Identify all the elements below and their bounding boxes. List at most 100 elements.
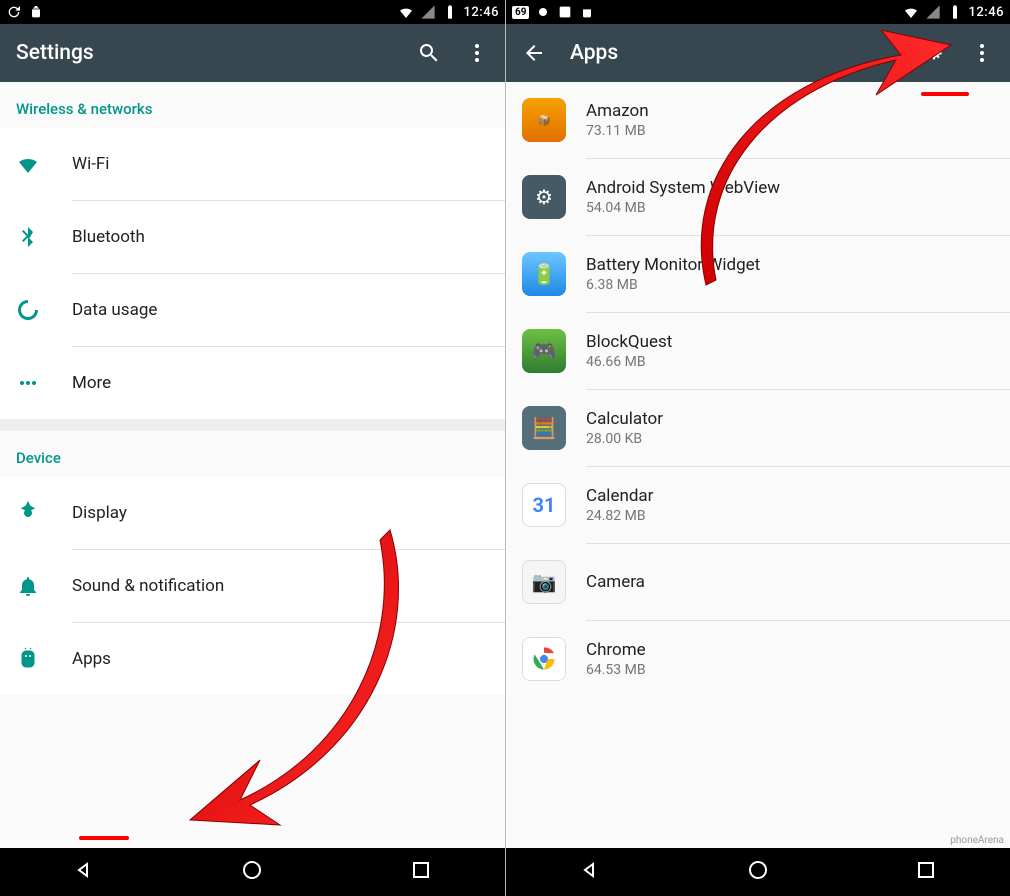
wifi-icon: [398, 4, 414, 20]
nav-bar: [0, 848, 505, 896]
apps-list[interactable]: 📦 Amazon 73.11 MB ⚙ Android System WebView 54…: [506, 82, 1010, 848]
nav-home[interactable]: [240, 858, 264, 886]
app-row[interactable]: 🎮 BlockQuest 46.66 MB: [506, 313, 1010, 389]
bluetooth-icon: [16, 225, 40, 249]
recent-icon: [409, 858, 433, 882]
row-label: Display: [72, 503, 127, 523]
app-size: 46.66 MB: [586, 354, 994, 370]
row-wifi[interactable]: Wi-Fi: [0, 128, 505, 200]
search-button[interactable]: [417, 41, 441, 65]
app-name: BlockQuest: [586, 332, 994, 352]
home-icon: [746, 858, 770, 882]
app-name: Calculator: [586, 409, 994, 429]
back-icon: [72, 858, 96, 882]
app-row[interactable]: 🔋 Battery Monitor Widget 6.38 MB: [506, 236, 1010, 312]
app-icon: 📷: [522, 560, 566, 604]
settings-content[interactable]: Wireless & networks Wi-Fi Bluetooth Data…: [0, 82, 505, 848]
app-size: 54.04 MB: [586, 200, 994, 216]
settings-toolbar: Settings: [0, 24, 505, 82]
app-size: 6.38 MB: [586, 277, 994, 293]
battery-icon: [442, 4, 458, 20]
nav-recent[interactable]: [914, 858, 938, 886]
image-icon: [557, 4, 573, 20]
clock: 12:46: [969, 5, 1004, 20]
back-button[interactable]: [522, 41, 546, 65]
row-label: Bluetooth: [72, 227, 145, 247]
app-name: Camera: [586, 572, 994, 592]
signal-icon: [925, 4, 941, 20]
row-label: Data usage: [72, 300, 157, 320]
signal-icon: [420, 4, 436, 20]
page-title: Settings: [16, 41, 393, 65]
gear-icon: ⚙: [924, 42, 944, 64]
display-icon: [16, 501, 40, 525]
app-row[interactable]: 📷 Camera: [506, 544, 1010, 620]
apps-screen: 69 12:46 Apps ⚙ 📦 Amazon 73.11 MB ⚙ Android …: [505, 0, 1010, 896]
nav-back[interactable]: [72, 858, 96, 886]
status-bar: 12:46: [0, 0, 505, 24]
nav-bar: [506, 848, 1010, 896]
row-label: Apps: [72, 649, 111, 669]
app-name: Chrome: [586, 640, 994, 660]
app-size: 73.11 MB: [586, 123, 994, 139]
clock: 12:46: [464, 5, 499, 20]
android-icon: [28, 4, 44, 20]
bug-icon: [535, 4, 551, 20]
app-icon: 31: [522, 483, 566, 527]
app-row[interactable]: ⚙ Android System WebView 54.04 MB: [506, 159, 1010, 235]
app-size: 64.53 MB: [586, 662, 994, 678]
notif-badge: 69: [512, 6, 529, 19]
overflow-button[interactable]: [970, 41, 994, 65]
row-apps[interactable]: Apps: [0, 623, 505, 695]
settings-button[interactable]: ⚙: [922, 41, 946, 65]
more-vert-icon: [465, 41, 489, 65]
watermark: phoneArena: [950, 835, 1004, 846]
apps-icon: [16, 647, 40, 671]
app-icon: ⚙: [522, 175, 566, 219]
more-horiz-icon: [16, 371, 40, 395]
refresh-icon: [6, 4, 22, 20]
page-title: Apps: [570, 41, 898, 65]
app-name: Calendar: [586, 486, 994, 506]
app-icon: 🎮: [522, 329, 566, 373]
app-icon: 🔋: [522, 252, 566, 296]
apps-toolbar: Apps ⚙: [506, 24, 1010, 82]
row-more[interactable]: More: [0, 347, 505, 419]
arrow-back-icon: [522, 41, 546, 65]
row-sound[interactable]: Sound & notification: [0, 550, 505, 622]
app-row[interactable]: Chrome 64.53 MB: [506, 621, 1010, 697]
row-bluetooth[interactable]: Bluetooth: [0, 201, 505, 273]
row-label: Wi-Fi: [72, 154, 109, 174]
app-size: 28.00 KB: [586, 431, 994, 447]
app-icon: 📦: [522, 98, 566, 142]
section-wireless: Wireless & networks: [0, 82, 505, 128]
nav-back[interactable]: [578, 858, 602, 886]
section-device: Device: [0, 431, 505, 477]
app-name: Battery Monitor Widget: [586, 255, 994, 275]
row-label: More: [72, 373, 111, 393]
app-row[interactable]: 📦 Amazon 73.11 MB: [506, 82, 1010, 158]
status-bar: 69 12:46: [506, 0, 1010, 24]
nav-home[interactable]: [746, 858, 770, 886]
recent-icon: [914, 858, 938, 882]
row-label: Sound & notification: [72, 576, 224, 596]
home-icon: [240, 858, 264, 882]
app-name: Amazon: [586, 101, 994, 121]
app-icon: [522, 637, 566, 681]
nav-recent[interactable]: [409, 858, 433, 886]
app-name: Android System WebView: [586, 178, 994, 198]
app-icon: 🧮: [522, 406, 566, 450]
wifi-icon: [16, 152, 40, 176]
row-data-usage[interactable]: Data usage: [0, 274, 505, 346]
android-icon: [579, 4, 595, 20]
battery-icon: [947, 4, 963, 20]
overflow-button[interactable]: [465, 41, 489, 65]
app-row[interactable]: 🧮 Calculator 28.00 KB: [506, 390, 1010, 466]
data-usage-icon: [16, 298, 40, 322]
wifi-icon: [903, 4, 919, 20]
more-vert-icon: [970, 41, 994, 65]
row-display[interactable]: Display: [0, 477, 505, 549]
app-size: 24.82 MB: [586, 508, 994, 524]
back-icon: [578, 858, 602, 882]
app-row[interactable]: 31 Calendar 24.82 MB: [506, 467, 1010, 543]
